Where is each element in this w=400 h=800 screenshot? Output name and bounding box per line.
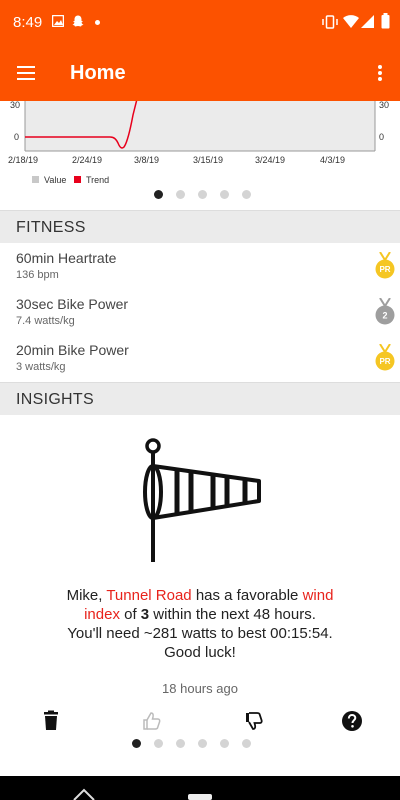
- insight-text-part: has a favorable: [191, 587, 303, 604]
- more-options-button[interactable]: [370, 61, 390, 85]
- x-tick-label: 3/8/19: [134, 155, 159, 165]
- fitness-header-label: FITNESS: [16, 219, 86, 236]
- battery-icon: [381, 13, 390, 29]
- fitness-item-title: 20min Bike Power: [16, 342, 129, 358]
- pager-dot[interactable]: [198, 739, 207, 748]
- insights-header-label: INSIGHTS: [16, 391, 94, 408]
- back-nav-icon[interactable]: [72, 788, 96, 800]
- insight-message: Mike, Tunnel Road has a favorable wind in…: [20, 586, 380, 662]
- menu-button[interactable]: [14, 61, 40, 85]
- fitness-item-bike-power-30sec[interactable]: 30sec Bike Power 7.4 watts/kg 2: [0, 290, 400, 336]
- pager-dot[interactable]: [242, 190, 251, 199]
- plot-background: [25, 101, 375, 151]
- fitness-section-header: FITNESS: [0, 210, 400, 243]
- silver-medal-icon: 2: [375, 298, 395, 325]
- x-tick-label: 3/15/19: [193, 155, 223, 165]
- page-title: Home: [70, 62, 126, 84]
- fitness-item-value: 3 watts/kg: [16, 361, 66, 373]
- fitness-item-title: 60min Heartrate: [16, 250, 117, 266]
- pr-medal-icon: PR: [375, 252, 395, 279]
- y-tick-label-left: 0: [14, 132, 19, 142]
- status-bar: 8:49: [0, 0, 400, 45]
- signal-icon: [361, 15, 374, 28]
- delete-button[interactable]: [40, 710, 62, 732]
- y-tick-label-left: 30: [10, 101, 20, 110]
- fitness-item-value: 136 bpm: [16, 269, 59, 281]
- pager-dot[interactable]: [154, 739, 163, 748]
- pager-dot[interactable]: [220, 190, 229, 199]
- insight-text-part: Mike,: [66, 587, 107, 604]
- image-notification-icon: [52, 15, 64, 27]
- medal-label: PR: [379, 357, 390, 366]
- y-tick-label-right: 30: [379, 101, 389, 110]
- insights-section-header: INSIGHTS: [0, 382, 400, 415]
- fitness-item-value: 7.4 watts/kg: [16, 315, 75, 327]
- thumbs-down-button[interactable]: [243, 710, 265, 732]
- medal-label: 2: [382, 311, 387, 321]
- app-bar: Home: [0, 45, 400, 101]
- medal-label: PR: [379, 265, 390, 274]
- pager-dot[interactable]: [176, 739, 185, 748]
- insight-text-part: of: [119, 606, 141, 623]
- fitness-item-bike-power-20min[interactable]: 20min Bike Power 3 watts/kg PR: [0, 336, 400, 382]
- vibrate-icon: [322, 15, 338, 29]
- status-time: 8:49: [13, 14, 43, 31]
- x-tick-label: 2/18/19: [8, 155, 38, 165]
- windsock-icon: [143, 438, 261, 562]
- pr-medal-icon: PR: [375, 344, 395, 371]
- thumbs-up-button[interactable]: [141, 710, 163, 732]
- home-nav-button[interactable]: [188, 794, 212, 800]
- chart-pager: [154, 190, 251, 199]
- fitness-item-title: 30sec Bike Power: [16, 296, 129, 312]
- legend-swatch-trend: [74, 176, 81, 183]
- insight-text-line: Good luck!: [164, 644, 236, 661]
- insight-timestamp: 18 hours ago: [162, 681, 238, 696]
- pager-dot[interactable]: [198, 190, 207, 199]
- insight-text-part: within the next 48 hours.: [149, 606, 316, 623]
- pager-dot[interactable]: [154, 190, 163, 199]
- x-tick-label: 2/24/19: [72, 155, 102, 165]
- notification-dot-icon: [95, 20, 100, 25]
- segment-link[interactable]: Tunnel Road: [106, 587, 191, 604]
- fitness-item-heartrate[interactable]: 60min Heartrate 136 bpm PR: [0, 244, 400, 290]
- legend-label-trend: Trend: [86, 175, 109, 185]
- wind-index-link[interactable]: index: [84, 606, 120, 623]
- wifi-icon: [343, 15, 359, 28]
- insight-text-line: You'll need ~281 watts to best 00:15:54.: [67, 625, 333, 642]
- wind-index-link[interactable]: wind: [303, 587, 334, 604]
- y-tick-label-right: 0: [379, 132, 384, 142]
- x-tick-label: 4/3/19: [320, 155, 345, 165]
- system-nav-bar: [0, 776, 400, 800]
- snapchat-notification-icon: [72, 15, 84, 27]
- wind-index-value: 3: [140, 606, 150, 623]
- insights-pager: [132, 739, 251, 748]
- pager-dot[interactable]: [176, 190, 185, 199]
- help-button[interactable]: [341, 710, 363, 732]
- pager-dot[interactable]: [220, 739, 229, 748]
- x-tick-label: 3/24/19: [255, 155, 285, 165]
- legend-label-value: Value: [44, 175, 66, 185]
- pager-dot[interactable]: [242, 739, 251, 748]
- pager-dot[interactable]: [132, 739, 141, 748]
- legend-swatch-value: [32, 176, 39, 183]
